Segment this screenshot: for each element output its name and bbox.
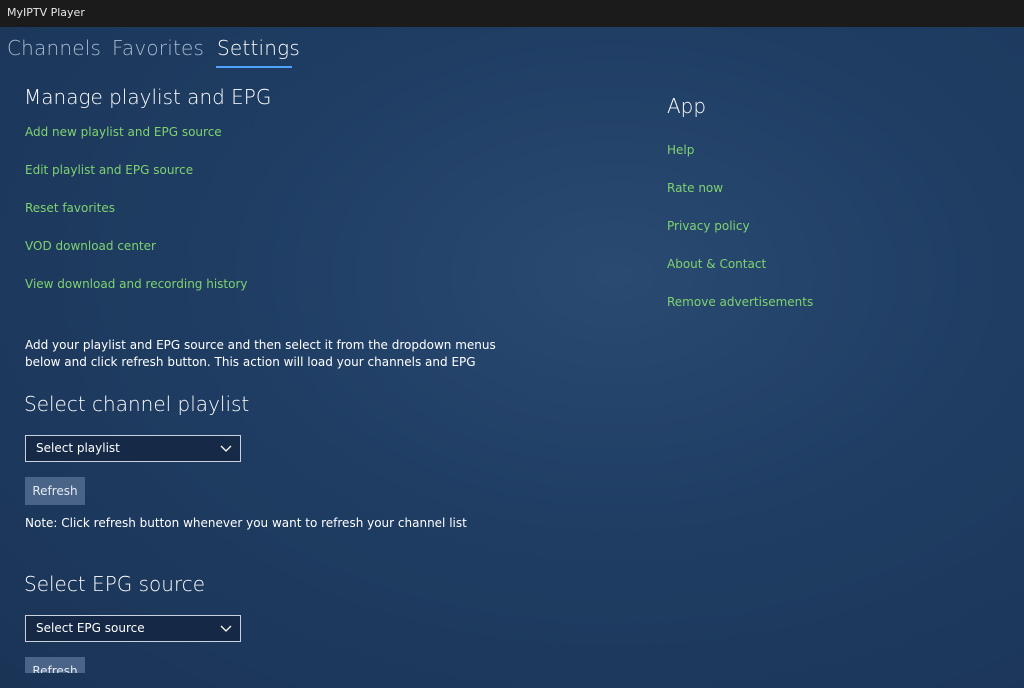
title-bar: MyIPTV Player: [0, 0, 1024, 27]
tab-channels[interactable]: Channels: [7, 36, 101, 60]
refresh-note: Note: Click refresh button whenever you …: [25, 516, 467, 530]
playlist-dropdown-value: Select playlist: [36, 441, 120, 455]
help-link[interactable]: Help: [667, 143, 694, 157]
rate-now-link[interactable]: Rate now: [667, 181, 723, 195]
epg-dropdown-value: Select EPG source: [36, 621, 145, 635]
channel-playlist-heading: Select channel playlist: [24, 392, 250, 416]
edit-playlist-link[interactable]: Edit playlist and EPG source: [25, 163, 193, 177]
instructions-line-1: Add your playlist and EPG source and the…: [25, 338, 496, 352]
about-contact-link[interactable]: About & Contact: [667, 257, 766, 271]
reset-favorites-link[interactable]: Reset favorites: [25, 201, 115, 215]
chevron-down-icon: [220, 445, 232, 452]
instructions-line-2: below and click refresh button. This act…: [25, 355, 476, 369]
vod-download-center-link[interactable]: VOD download center: [25, 239, 156, 253]
instructions-text: Add your playlist and EPG source and the…: [25, 337, 505, 371]
chevron-down-icon: [220, 625, 232, 632]
remove-ads-link[interactable]: Remove advertisements: [667, 295, 813, 309]
playlist-dropdown[interactable]: Select playlist: [25, 435, 241, 462]
add-playlist-link[interactable]: Add new playlist and EPG source: [25, 125, 222, 139]
epg-dropdown[interactable]: Select EPG source: [25, 615, 241, 642]
app-heading: App: [667, 94, 707, 118]
tab-settings[interactable]: Settings: [217, 36, 300, 60]
tab-favorites[interactable]: Favorites: [112, 36, 204, 60]
active-tab-indicator: [216, 66, 292, 68]
download-history-link[interactable]: View download and recording history: [25, 277, 248, 291]
playlist-refresh-button[interactable]: Refresh: [25, 477, 85, 505]
window-title: MyIPTV Player: [7, 6, 85, 19]
epg-refresh-button[interactable]: Refresh: [25, 657, 85, 673]
manage-heading: Manage playlist and EPG: [24, 85, 272, 109]
epg-heading: Select EPG source: [24, 572, 206, 596]
privacy-policy-link[interactable]: Privacy policy: [667, 219, 750, 233]
